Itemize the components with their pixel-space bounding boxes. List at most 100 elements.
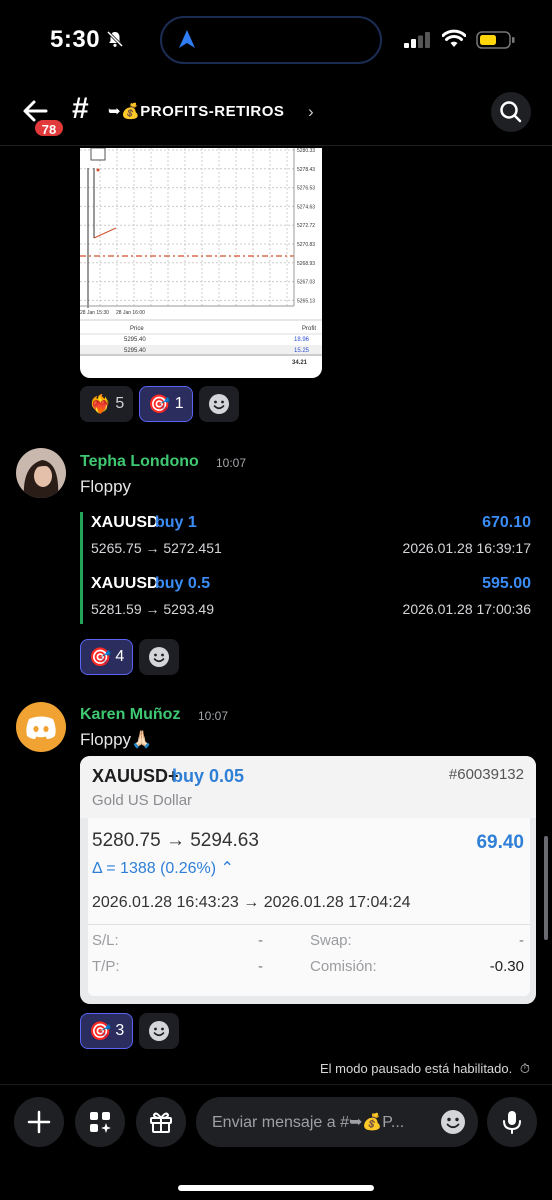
battery-icon — [476, 31, 515, 49]
trade-entry: XAUUSD buy 0.5 595.00 5281.59 → 5293.49 … — [91, 575, 531, 619]
reaction-count: 3 — [115, 1022, 125, 1039]
bullseye-icon: 🎯 — [148, 393, 171, 414]
y-tick-label: 5270.83 — [297, 242, 315, 248]
channel-name[interactable]: ➥💰PROFITS-RETIROS — [108, 102, 284, 120]
author-name[interactable]: Karen Muñoz — [80, 706, 180, 724]
sl-label: S/L: — [92, 932, 119, 949]
sl-value: - — [258, 932, 263, 949]
reaction-target[interactable]: 🎯 1 — [139, 386, 193, 422]
apps-button[interactable] — [75, 1097, 125, 1147]
unread-badge: 78 — [33, 118, 65, 138]
trade-chart-image[interactable]: 5280.33 5278.43 5276.53 5274.63 5272.72 5270.… — [80, 148, 322, 378]
home-indicator[interactable] — [178, 1185, 374, 1191]
emoji-icon[interactable] — [440, 1109, 466, 1135]
reaction-target[interactable]: 🎯 3 — [80, 1013, 134, 1049]
add-reaction-button[interactable] — [139, 1013, 180, 1049]
microphone-icon — [503, 1111, 521, 1134]
cellular-signal-icon — [404, 32, 430, 48]
table-header-profit: Profit — [302, 326, 316, 332]
card-body: 5280.75 → 5294.63 69.40 Δ = 1388 (0.26%)… — [88, 818, 530, 996]
bell-off-icon — [106, 30, 124, 48]
card-profit: 69.40 — [476, 832, 524, 853]
y-tick-label: 5267.03 — [297, 280, 315, 286]
smiley-add-icon — [208, 394, 229, 414]
avatar[interactable] — [16, 702, 66, 752]
trade-date: 2026.01.28 16:39:17 — [402, 540, 531, 556]
channel-header: 78 # ➥💰PROFITS-RETIROS › — [0, 80, 552, 146]
voice-message-button[interactable] — [487, 1097, 537, 1147]
table-cell-price: 5295.40 — [124, 348, 146, 354]
add-attachment-button[interactable] — [14, 1097, 64, 1147]
trade-screenshot-card[interactable]: XAUUSD+ buy 0.05 #60039132 Gold US Dolla… — [80, 756, 536, 1004]
apps-sparkle-icon — [90, 1112, 111, 1133]
card-action: buy 0.05 — [172, 766, 245, 786]
search-icon — [500, 101, 522, 123]
search-button[interactable] — [491, 92, 531, 132]
reaction-bar: 🎯 4 — [80, 639, 180, 675]
paused-mode-notice: El modo pausado está habilitado. ⏱ — [320, 1061, 530, 1077]
message-placeholder: Enviar mensaje a #➥💰P... — [212, 1114, 405, 1131]
y-tick-label: 5265.13 — [297, 298, 315, 304]
swap-label: Swap: — [310, 932, 352, 949]
card-ticket: #60039132 — [448, 766, 524, 783]
paused-text: El modo pausado está habilitado. — [319, 1061, 513, 1076]
y-tick-label: 5280.33 — [297, 148, 315, 154]
card-prices: 5280.75 → 5294.63 — [92, 830, 259, 851]
wifi-icon — [442, 29, 466, 47]
commission-label: Comisión: — [310, 958, 377, 975]
plus-icon — [27, 1110, 51, 1134]
trade-prices: 5265.75 → 5272.451 — [91, 540, 222, 556]
card-delta: Δ = 1388 (0.26%) ⌃ — [92, 860, 234, 877]
message-input[interactable]: Enviar mensaje a #➥💰P... — [196, 1097, 478, 1147]
smiley-add-icon — [149, 647, 170, 667]
trade-action: buy 0.5 — [155, 575, 211, 592]
author-name[interactable]: Tepha Londono — [80, 453, 199, 471]
navigation-arrow-icon — [179, 30, 195, 48]
swap-value: - — [519, 932, 524, 949]
gift-button[interactable] — [136, 1097, 186, 1147]
table-cell-price: 5295.40 — [124, 337, 146, 343]
reaction-count: 5 — [115, 395, 125, 412]
table-header-price: Price — [130, 326, 144, 332]
smiley-add-icon — [149, 1021, 170, 1041]
trade-symbol: XAUUSD — [91, 514, 159, 531]
trade-amount: 595.00 — [482, 575, 531, 592]
card-description: Gold US Dollar — [92, 792, 193, 809]
user-photo-icon — [16, 448, 66, 498]
add-reaction-button[interactable] — [139, 639, 180, 675]
avatar[interactable] — [16, 448, 66, 498]
trade-date: 2026.01.28 17:00:36 — [402, 601, 531, 617]
card-dates: 2026.01.28 16:43:23 → 2026.01.28 17:04:2… — [92, 894, 411, 911]
bullseye-icon: 🎯 — [89, 1020, 112, 1041]
y-tick-label: 5278.43 — [297, 167, 315, 173]
reaction-heart-fire[interactable]: ❤️‍🔥 5 — [80, 386, 134, 422]
scrollbar[interactable] — [544, 836, 548, 940]
reaction-count: 4 — [115, 648, 125, 665]
card-header: XAUUSD+ buy 0.05 #60039132 Gold US Dolla… — [80, 756, 536, 818]
trade-amount: 670.10 — [482, 514, 531, 531]
clock: 5:30 — [50, 26, 101, 53]
table-cell-profit: 18.96 — [294, 337, 310, 343]
reaction-target[interactable]: 🎯 4 — [80, 639, 134, 675]
reaction-bar: ❤️‍🔥 5 🎯 1 — [80, 386, 239, 422]
trade-entry: XAUUSD buy 1 670.10 5265.75 → 5272.451 2… — [91, 514, 531, 558]
tp-value: - — [258, 958, 263, 975]
status-bar: 5:30 — [0, 0, 552, 80]
channel-hash-icon: # — [72, 92, 89, 125]
trade-embed: XAUUSD buy 1 670.10 5265.75 → 5272.451 2… — [80, 512, 532, 624]
reaction-bar: 🎯 3 — [80, 1013, 180, 1049]
timer-icon: ⏱ — [519, 1061, 530, 1076]
chart-graphic: 5280.33 5278.43 5276.53 5274.63 5272.72 5270.… — [80, 148, 322, 366]
message-timestamp: 10:07 — [216, 456, 247, 470]
card-symbol: XAUUSD+ — [92, 766, 179, 786]
y-tick-label: 5274.63 — [297, 204, 315, 210]
x-tick-label: 28 Jan 16:00 — [116, 310, 145, 316]
bullseye-icon: 🎯 — [89, 646, 112, 667]
y-tick-label: 5272.72 — [297, 223, 315, 229]
add-reaction-button[interactable] — [198, 386, 239, 422]
trade-action: buy 1 — [155, 514, 197, 531]
chevron-right-icon[interactable]: › — [308, 102, 314, 122]
x-tick-label: 28 Jan 15:30 — [80, 310, 109, 316]
tp-label: T/P: — [92, 958, 120, 975]
commission-value: -0.30 — [489, 958, 524, 975]
